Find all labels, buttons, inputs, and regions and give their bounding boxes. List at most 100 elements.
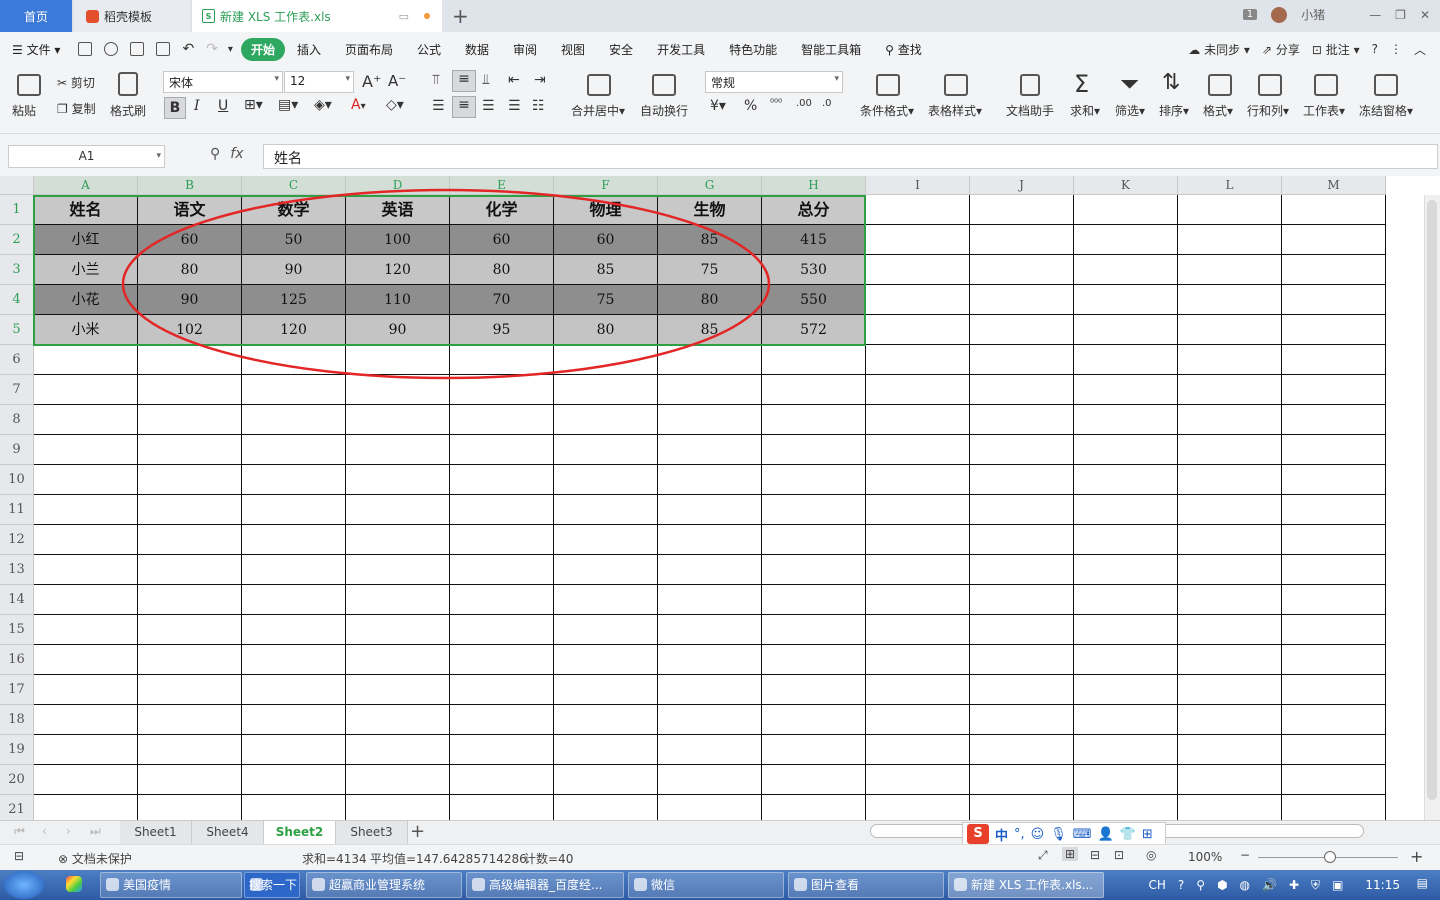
comment-button[interactable]: ⊡ 批注 ▾	[1312, 41, 1360, 58]
align-middle-icon[interactable]: ≡	[452, 70, 476, 92]
cell[interactable]	[1282, 675, 1386, 705]
cell[interactable]	[762, 645, 866, 675]
cell[interactable]	[762, 405, 866, 435]
cell[interactable]	[138, 615, 242, 645]
export-icon[interactable]	[104, 42, 119, 56]
cell[interactable]	[554, 405, 658, 435]
cell[interactable]	[242, 435, 346, 465]
cell[interactable]	[1178, 795, 1282, 820]
cell[interactable]	[242, 555, 346, 585]
cell[interactable]	[1282, 285, 1386, 315]
cell[interactable]	[554, 735, 658, 765]
cell[interactable]	[1178, 285, 1282, 315]
cell[interactable]	[1282, 525, 1386, 555]
cell[interactable]	[554, 525, 658, 555]
cell[interactable]	[866, 705, 970, 735]
doc-helper-button[interactable]: 文档助手	[1006, 102, 1054, 119]
sheet-tab-sheet3[interactable]: Sheet3	[336, 821, 408, 845]
cell[interactable]	[450, 795, 554, 820]
tab-file[interactable]: S 新建 XLS 工作表.xls ▭	[192, 0, 442, 32]
cell[interactable]	[450, 585, 554, 615]
cell[interactable]	[658, 525, 762, 555]
cell[interactable]	[34, 675, 138, 705]
cell[interactable]	[1282, 555, 1386, 585]
skin-icon[interactable]: 👕	[1120, 827, 1136, 842]
cell[interactable]	[1074, 195, 1178, 225]
sheet-tab-sheet2[interactable]: Sheet2	[264, 821, 336, 845]
row-header[interactable]: 2	[0, 225, 34, 255]
row-header[interactable]: 14	[0, 585, 34, 615]
cell[interactable]	[242, 615, 346, 645]
volume-icon[interactable]: 🔊	[1262, 878, 1277, 892]
cell[interactable]	[762, 615, 866, 645]
taskbar-wps-file[interactable]: 新建 XLS 工作表.xls...	[948, 872, 1104, 898]
font-shrink-icon[interactable]: A⁻	[388, 72, 406, 90]
cell[interactable]	[970, 375, 1074, 405]
menu-view[interactable]: 视图	[549, 41, 597, 58]
cell[interactable]	[34, 525, 138, 555]
cell[interactable]	[658, 555, 762, 585]
cell[interactable]	[34, 765, 138, 795]
cell[interactable]	[970, 615, 1074, 645]
menu-home[interactable]: 开始	[240, 37, 285, 61]
table-style-button[interactable]: 表格样式▾	[928, 102, 982, 119]
cell[interactable]	[1074, 345, 1178, 375]
cell[interactable]	[1282, 315, 1386, 345]
cell[interactable]	[866, 345, 970, 375]
cell[interactable]	[866, 285, 970, 315]
cell[interactable]	[554, 705, 658, 735]
cell[interactable]	[866, 255, 970, 285]
cell[interactable]	[1074, 675, 1178, 705]
worksheet-button[interactable]: 工作表▾	[1303, 102, 1345, 119]
last-sheet-icon[interactable]: ⏭	[90, 824, 101, 839]
row-header[interactable]: 7	[0, 375, 34, 405]
cell[interactable]	[970, 675, 1074, 705]
distribute-icon[interactable]: ☷	[532, 98, 545, 114]
cell[interactable]	[970, 225, 1074, 255]
column-header[interactable]: L	[1178, 176, 1282, 195]
first-sheet-icon[interactable]: ⏮	[14, 824, 25, 839]
cell[interactable]	[554, 465, 658, 495]
cell[interactable]	[138, 495, 242, 525]
row-header[interactable]: 5	[0, 315, 34, 345]
cell[interactable]	[658, 705, 762, 735]
cell[interactable]	[242, 645, 346, 675]
cell[interactable]	[554, 645, 658, 675]
cell-style-icon[interactable]: ▤▾	[278, 97, 298, 113]
taskbar-ie-epidemic[interactable]: 美国疫情	[100, 872, 242, 898]
cell[interactable]	[658, 765, 762, 795]
print-preview-icon[interactable]	[156, 42, 171, 56]
cell[interactable]	[1178, 675, 1282, 705]
sogou-icon[interactable]: S	[967, 824, 989, 844]
colorful-app-icon[interactable]	[66, 876, 82, 892]
cell[interactable]	[138, 645, 242, 675]
punctuation-icon[interactable]: °,	[1014, 827, 1025, 842]
cell[interactable]	[34, 585, 138, 615]
cell[interactable]	[450, 495, 554, 525]
cell[interactable]	[346, 675, 450, 705]
restore-icon[interactable]: ❐	[1395, 8, 1406, 22]
cell[interactable]	[1074, 405, 1178, 435]
format-painter-button[interactable]: 格式刷	[110, 102, 146, 119]
menu-review[interactable]: 审阅	[501, 41, 549, 58]
cell[interactable]	[34, 735, 138, 765]
cell[interactable]	[866, 795, 970, 820]
cell[interactable]	[138, 555, 242, 585]
share-button[interactable]: ⇗ 分享	[1262, 41, 1300, 58]
taskbar-search[interactable]: 搜索一下	[244, 872, 300, 898]
cell[interactable]	[138, 525, 242, 555]
user-name[interactable]: 小猪	[1301, 6, 1325, 23]
cell[interactable]	[34, 495, 138, 525]
cell[interactable]	[1074, 465, 1178, 495]
font-size-select[interactable]: 12	[284, 71, 354, 93]
cell[interactable]	[1282, 735, 1386, 765]
cell[interactable]	[970, 195, 1074, 225]
security-tray-icon[interactable]: ✚	[1289, 878, 1299, 892]
close-icon[interactable]: ✕	[1420, 8, 1430, 22]
cell[interactable]	[450, 675, 554, 705]
cell[interactable]	[346, 405, 450, 435]
cell[interactable]	[1178, 405, 1282, 435]
cut-button[interactable]: ✂ 剪切	[57, 74, 95, 91]
row-header[interactable]: 15	[0, 615, 34, 645]
prev-sheet-icon[interactable]: ‹	[42, 824, 47, 838]
